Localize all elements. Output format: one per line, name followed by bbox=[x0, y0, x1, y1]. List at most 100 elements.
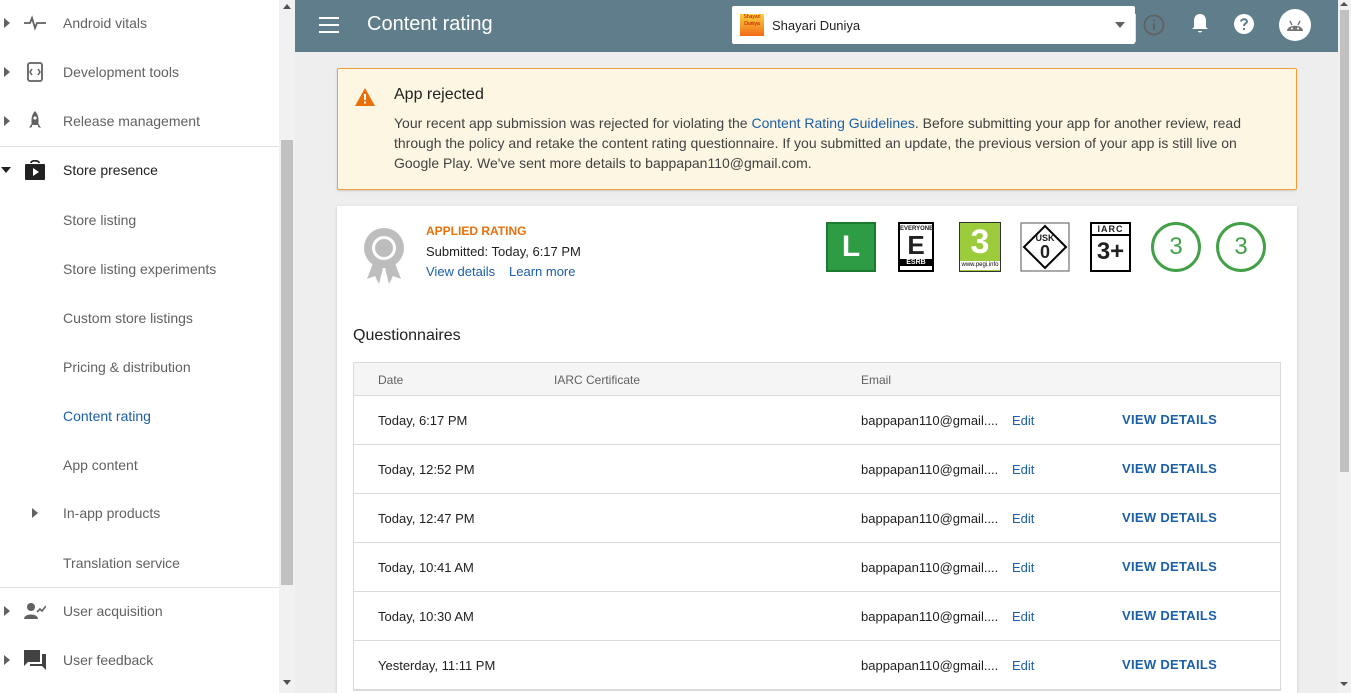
sidebar-item-label: Release management bbox=[63, 113, 200, 129]
sidebar-scrollbar-thumb[interactable] bbox=[281, 140, 293, 585]
row-email: bappapan110@gmail.... bbox=[861, 560, 999, 575]
sidebar-item-store-listing-experiments[interactable]: Store listing experiments bbox=[0, 249, 279, 289]
sidebar-item-label: Pricing & distribution bbox=[63, 359, 191, 375]
dev-tools-icon bbox=[24, 61, 46, 83]
edit-link[interactable]: Edit bbox=[1012, 609, 1034, 624]
learn-more-link[interactable]: Learn more bbox=[509, 264, 575, 279]
row-email: bappapan110@gmail.... bbox=[861, 413, 999, 428]
view-details-button[interactable]: VIEW DETAILS bbox=[1122, 608, 1217, 623]
row-email: bappapan110@gmail.... bbox=[861, 511, 999, 526]
sidebar-item-in-app-products[interactable]: In-app products bbox=[0, 493, 279, 533]
sidebar-item-content-rating[interactable]: Content rating bbox=[0, 396, 279, 436]
view-details-link[interactable]: View details bbox=[426, 264, 495, 279]
store-icon bbox=[24, 159, 46, 181]
view-details-button[interactable]: VIEW DETAILS bbox=[1122, 461, 1217, 476]
sidebar-item-label: Store listing bbox=[63, 212, 137, 228]
sidebar-item-label: Store presence bbox=[63, 162, 158, 178]
esrb-letter: E bbox=[907, 230, 925, 260]
edit-link[interactable]: Edit bbox=[1012, 511, 1034, 526]
scroll-up-arrow-icon[interactable] bbox=[283, 4, 291, 9]
edit-link[interactable]: Edit bbox=[1012, 658, 1034, 673]
expand-arrow-icon[interactable] bbox=[4, 606, 10, 616]
sidebar-item-label: Development tools bbox=[63, 64, 179, 80]
collapse-arrow-icon[interactable] bbox=[1, 167, 11, 173]
questionnaires-heading: Questionnaires bbox=[353, 327, 461, 344]
chevron-down-icon[interactable] bbox=[1115, 22, 1125, 28]
view-details-button[interactable]: VIEW DETAILS bbox=[1122, 559, 1217, 574]
top-app-bar: Content rating Shayari Duniya Shayari Du… bbox=[295, 0, 1338, 52]
view-details-button[interactable]: VIEW DETAILS bbox=[1122, 657, 1217, 672]
scroll-down-arrow-icon[interactable] bbox=[1340, 682, 1348, 686]
scroll-down-arrow-icon[interactable] bbox=[283, 680, 291, 685]
sidebar-item-label: In-app products bbox=[63, 505, 161, 521]
sidebar-item-label: Android vitals bbox=[63, 15, 148, 31]
column-header-certificate: IARC Certificate bbox=[554, 373, 641, 387]
app-name: Shayari Duniya bbox=[772, 18, 861, 33]
rating-badge-esrb: EVERYONE E ESRB bbox=[898, 222, 934, 272]
iarc-number: 3+ bbox=[1096, 238, 1125, 265]
submitted-timestamp: Submitted: Today, 6:17 PM bbox=[426, 244, 581, 259]
menu-icon[interactable] bbox=[319, 17, 339, 33]
sidebar-item-label: User acquisition bbox=[63, 603, 163, 619]
rating-badge-pegi: 3 www.pegi.info bbox=[959, 222, 1001, 272]
expand-arrow-icon[interactable] bbox=[4, 116, 10, 126]
row-date: Today, 6:17 PM bbox=[378, 413, 468, 428]
notifications-icon[interactable] bbox=[1188, 12, 1212, 36]
content-rating-card: APPLIED RATING Submitted: Today, 6:17 PM… bbox=[337, 206, 1297, 693]
edit-link[interactable]: Edit bbox=[1012, 462, 1034, 477]
view-details-button[interactable]: VIEW DETAILS bbox=[1122, 510, 1217, 525]
sidebar-item-store-presence[interactable]: Store presence bbox=[0, 150, 279, 190]
usk-number: 0 bbox=[1039, 242, 1050, 262]
sidebar-scrollbar[interactable] bbox=[279, 0, 295, 693]
sidebar-item-custom-store-listings[interactable]: Custom store listings bbox=[0, 298, 279, 338]
sidebar-item-label: Store listing experiments bbox=[63, 261, 217, 277]
page-title: Content rating bbox=[367, 13, 493, 35]
sidebar-item-label: Translation service bbox=[63, 555, 180, 571]
sidebar-item-user-feedback[interactable]: User feedback bbox=[0, 640, 279, 680]
feedback-icon bbox=[24, 649, 46, 671]
alert-message: Your recent app submission was rejected … bbox=[394, 113, 1274, 173]
help-icon[interactable] bbox=[1232, 12, 1256, 36]
view-details-button[interactable]: VIEW DETAILS bbox=[1122, 412, 1217, 427]
avatar[interactable] bbox=[1279, 9, 1311, 41]
sidebar-item-release-management[interactable]: Release management bbox=[0, 101, 279, 141]
sidebar-item-translation-service[interactable]: Translation service bbox=[0, 543, 279, 583]
sidebar-item-app-content[interactable]: App content bbox=[0, 445, 279, 485]
main-scrollbar-thumb[interactable] bbox=[1340, 10, 1349, 472]
sidebar-item-store-listing[interactable]: Store listing bbox=[0, 200, 279, 240]
info-icon[interactable] bbox=[1142, 13, 1166, 37]
scroll-up-arrow-icon[interactable] bbox=[1340, 2, 1348, 6]
table-row: Today, 6:17 PM bappapan110@gmail.... Edi… bbox=[354, 396, 1280, 445]
sidebar-item-user-acquisition[interactable]: User acquisition bbox=[0, 591, 279, 631]
alert-title: App rejected bbox=[394, 86, 484, 103]
sidebar-item-label: Custom store listings bbox=[63, 310, 193, 326]
expand-arrow-icon[interactable] bbox=[32, 508, 38, 518]
selector-divider bbox=[1135, 14, 1136, 42]
rating-badge-circle: 3 bbox=[1151, 222, 1201, 272]
rating-badge-circle: 3 bbox=[1216, 222, 1266, 272]
app-selector[interactable]: Shayari Duniya Shayari Duniya bbox=[732, 6, 1165, 44]
content-rating-guidelines-link[interactable]: Content Rating Guidelines bbox=[751, 115, 914, 131]
expand-arrow-icon[interactable] bbox=[4, 655, 10, 665]
edit-link[interactable]: Edit bbox=[1012, 560, 1034, 575]
sidebar-item-development-tools[interactable]: Development tools bbox=[0, 52, 279, 92]
sidebar-divider bbox=[0, 587, 279, 588]
row-date: Today, 12:47 PM bbox=[378, 511, 475, 526]
table-row: Today, 10:41 AM bappapan110@gmail.... Ed… bbox=[354, 543, 1280, 592]
esrb-bottom-label: ESRB bbox=[900, 259, 932, 266]
expand-arrow-icon[interactable] bbox=[4, 18, 10, 28]
column-header-date: Date bbox=[378, 373, 404, 387]
questionnaires-table: Date IARC Certificate Email Today, 6:17 … bbox=[353, 362, 1281, 691]
edit-link[interactable]: Edit bbox=[1012, 413, 1034, 428]
applied-rating-label: APPLIED RATING bbox=[426, 224, 527, 238]
sidebar-divider bbox=[0, 146, 279, 147]
sidebar-item-label: Content rating bbox=[63, 408, 151, 424]
award-badge-icon bbox=[361, 224, 407, 291]
expand-arrow-icon[interactable] bbox=[4, 67, 10, 77]
warning-icon bbox=[354, 87, 376, 112]
rejection-alert: App rejected Your recent app submission … bbox=[337, 68, 1297, 190]
iarc-label: IARC bbox=[1092, 224, 1129, 236]
sidebar-item-android-vitals[interactable]: Android vitals bbox=[0, 3, 279, 43]
sidebar-item-pricing-distribution[interactable]: Pricing & distribution bbox=[0, 347, 279, 387]
main-scrollbar[interactable] bbox=[1338, 0, 1351, 693]
